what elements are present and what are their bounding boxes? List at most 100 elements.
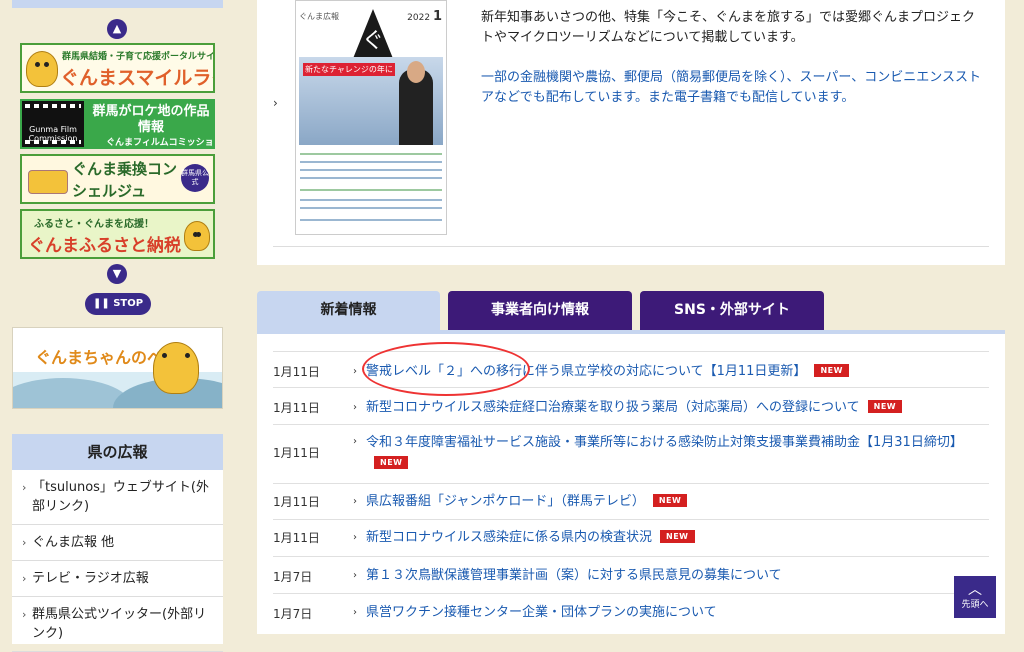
- koho-item-tv-radio[interactable]: › テレビ・ラジオ広報: [12, 561, 223, 597]
- news-date: 1月11日: [273, 495, 320, 509]
- chevron-right-icon: ›: [353, 366, 357, 377]
- carousel-down-button[interactable]: ▼: [107, 264, 127, 284]
- koho-item-twitter[interactable]: › 群馬県公式ツイッター(外部リンク): [12, 597, 223, 652]
- carousel-stop-button[interactable]: ❚❚ STOP: [85, 293, 151, 315]
- chevron-up-icon: ︿: [968, 582, 982, 598]
- news-link[interactable]: 令和３年度障害福祉サービス施設・事業所等における感染防止対策支援事業費補助金【1…: [366, 432, 989, 474]
- magazine-issue: 2022 1: [407, 9, 442, 24]
- gunma-chan-icon: [184, 221, 210, 251]
- koho-magazine-panel: › ぐんま広報 ぐ 2022 1 新たなチャレンジの年に 新年知事あいさつの他、…: [257, 0, 1005, 265]
- news-row: 1月11日 › 警戒レベル「２」への移行に伴う県立学校の対応について【1月11日…: [273, 351, 989, 387]
- banner-title: 群馬がロケ地の作品情報: [92, 104, 210, 135]
- news-title: 県営ワクチン接種センター企業・団体プランの実施について: [366, 605, 717, 620]
- film-strip-icon: Gunma Film Commission: [22, 101, 84, 147]
- news-row: 1月11日 › 新型コロナウイルス感染症経口治療薬を取り扱う薬局（対応薬局）への…: [273, 387, 989, 424]
- magazine-logo: ぐ: [352, 9, 394, 61]
- smile-life-banner[interactable]: 群馬県結婚・子育て応援ポータルサイト ぐんまスマイルライフ: [20, 43, 215, 93]
- news-link[interactable]: 第１３次鳥獣保護管理事業計画（案）に対する県民意見の募集について: [366, 566, 989, 586]
- tab-label: 事業者向け情報: [491, 302, 589, 318]
- news-link[interactable]: 県営ワクチン接種センター企業・団体プランの実施について: [366, 603, 989, 623]
- divider: [273, 246, 989, 247]
- distribution-link[interactable]: 一部の金融機関や農協、郵便局（簡易郵便局を除く）、スーパー、コンビニエンスストア…: [481, 68, 981, 108]
- carousel-up-button[interactable]: ▲: [107, 19, 127, 39]
- news-date: 1月7日: [273, 570, 313, 584]
- film-commission-banner[interactable]: Gunma Film Commission 群馬がロケ地の作品情報 ぐんまフィル…: [20, 99, 215, 149]
- magazine-year: 2022: [407, 13, 431, 23]
- news-title: 新型コロナウイルス感染症に係る県内の検査状況: [366, 530, 653, 545]
- chevron-right-icon: ›: [273, 96, 278, 110]
- koho-item-tsulunos[interactable]: › 「tsulunos」ウェブサイト(外部リンク): [12, 470, 223, 525]
- banner-title: ぐんまちゃんのペ: [35, 344, 163, 368]
- news-panel: 1月11日 › 警戒レベル「２」への移行に伴う県立学校の対応について【1月11日…: [257, 334, 1005, 634]
- film-commission-logo-text: Gunma Film Commission: [28, 125, 78, 143]
- news-date: 1月11日: [273, 531, 320, 545]
- chevron-right-icon: ›: [22, 608, 27, 621]
- news-title: 警戒レベル「２」への移行に伴う県立学校の対応について【1月11日更新】: [366, 364, 807, 379]
- news-row: 1月7日 › 県営ワクチン接種センター企業・団体プランの実施について: [273, 593, 989, 633]
- news-row: 1月11日 › 令和３年度障害福祉サービス施設・事業所等における感染防止対策支援…: [273, 424, 989, 483]
- new-badge: NEW: [374, 456, 409, 469]
- gunma-chan-icon: [26, 51, 58, 87]
- news-title: 新型コロナウイルス感染症経口治療薬を取り扱う薬局（対応薬局）への登録について: [366, 400, 860, 415]
- cover-photo: 新たなチャレンジの年に: [299, 57, 443, 145]
- tab-label: SNS・外部サイト: [674, 302, 790, 318]
- news-row: 1月11日 › 県広報番組「ジャンポケロード」（群馬テレビ） NEW: [273, 483, 989, 519]
- banner-subtitle: ぐんまフィルムコミッション: [106, 138, 215, 148]
- chevron-right-icon: ›: [22, 572, 27, 585]
- magazine-month: 1: [432, 9, 442, 24]
- tab-business-info[interactable]: 事業者向け情報: [448, 291, 632, 330]
- news-title: 令和３年度障害福祉サービス施設・事業所等における感染防止対策支援事業費補助金【1…: [366, 435, 963, 450]
- chevron-up-icon: ▲: [112, 22, 122, 35]
- banner-title: ぐんま乗換コンシェルジュ: [72, 160, 178, 200]
- magazine-title: ぐんま広報: [299, 12, 339, 21]
- chevron-right-icon: ›: [353, 570, 357, 581]
- news-title: 第１３次鳥獣保護管理事業計画（案）に対する県民意見の募集について: [366, 568, 782, 583]
- gunma-chan-page-banner[interactable]: ぐんまちゃんのペ: [12, 327, 223, 409]
- tab-sns-external[interactable]: SNS・外部サイト: [640, 291, 824, 330]
- new-badge: NEW: [814, 364, 849, 377]
- pause-icon: ❚❚: [92, 298, 110, 309]
- gunma-chan-icon: [153, 342, 199, 394]
- koho-item-gunma-koho[interactable]: › ぐんま広報 他: [12, 525, 223, 561]
- news-date: 1月11日: [273, 365, 320, 379]
- banner-subtitle: ふるさと・ぐんまを応援！: [34, 219, 154, 230]
- banner-title-a: ぐんまちゃん: [35, 348, 132, 367]
- banner-title: ぐんまふるさと納税: [28, 236, 181, 256]
- tab-label: 新着情報: [320, 302, 377, 318]
- new-badge: NEW: [652, 494, 688, 507]
- chevron-right-icon: ›: [22, 481, 27, 494]
- banner-title: ぐんまスマイルライフ: [60, 67, 213, 89]
- bus-icon: [28, 170, 68, 194]
- koho-item-label: テレビ・ラジオ広報: [32, 571, 149, 586]
- cover-caption: 新たなチャレンジの年に: [303, 63, 395, 76]
- news-row: 1月11日 › 新型コロナウイルス感染症に係る県内の検査状況 NEW: [273, 519, 989, 556]
- news-date: 1月11日: [273, 401, 320, 415]
- koho-section: 県の広報 › 「tsulunos」ウェブサイト(外部リンク) › ぐんま広報 他 ›…: [12, 434, 223, 652]
- stop-label: STOP: [113, 298, 144, 309]
- back-to-top-label: 先頭へ: [961, 600, 989, 610]
- furusato-tax-banner[interactable]: ふるさと・ぐんまを応援！ ぐんまふるさと納税: [20, 209, 215, 259]
- news-row: 1月7日 › 第１３次鳥獣保護管理事業計画（案）に対する県民意見の募集について: [273, 556, 989, 593]
- chevron-right-icon: ›: [353, 402, 357, 413]
- chevron-right-icon: ›: [353, 532, 357, 543]
- koho-item-label: 「tsulunos」ウェブサイト(外部リンク): [32, 480, 209, 514]
- tab-new-info[interactable]: 新着情報: [257, 291, 440, 330]
- news-link[interactable]: 新型コロナウイルス感染症に係る県内の検査状況 NEW: [366, 528, 989, 548]
- news-link[interactable]: 警戒レベル「２」への移行に伴う県立学校の対応について【1月11日更新】 NEW: [366, 362, 989, 382]
- chevron-right-icon: ›: [353, 607, 357, 618]
- new-badge: NEW: [660, 530, 695, 543]
- koho-heading: 県の広報: [12, 434, 223, 470]
- back-to-top-button[interactable]: ︿ 先頭へ: [954, 576, 996, 618]
- new-badge: NEW: [867, 400, 903, 413]
- chevron-down-icon: ▼: [112, 267, 122, 280]
- transit-concierge-banner[interactable]: ぐんま乗換コンシェルジュ 群馬県公式: [20, 154, 215, 204]
- official-badge: 群馬県公式: [181, 164, 209, 192]
- news-link[interactable]: 県広報番組「ジャンポケロード」（群馬テレビ） NEW: [366, 492, 989, 512]
- news-list: 1月11日 › 警戒レベル「２」への移行に伴う県立学校の対応について【1月11日…: [273, 351, 989, 633]
- news-date: 1月7日: [273, 607, 313, 621]
- magazine-cover[interactable]: ぐんま広報 ぐ 2022 1 新たなチャレンジの年に: [295, 0, 447, 235]
- magazine-description: 新年知事あいさつの他、特集「今こそ、ぐんまを旅する」では愛郷ぐんまプロジェクトや…: [481, 10, 976, 45]
- koho-item-label: ぐんま広報 他: [32, 535, 115, 550]
- chevron-right-icon: ›: [353, 436, 357, 447]
- news-link[interactable]: 新型コロナウイルス感染症経口治療薬を取り扱う薬局（対応薬局）への登録について NE…: [366, 398, 989, 418]
